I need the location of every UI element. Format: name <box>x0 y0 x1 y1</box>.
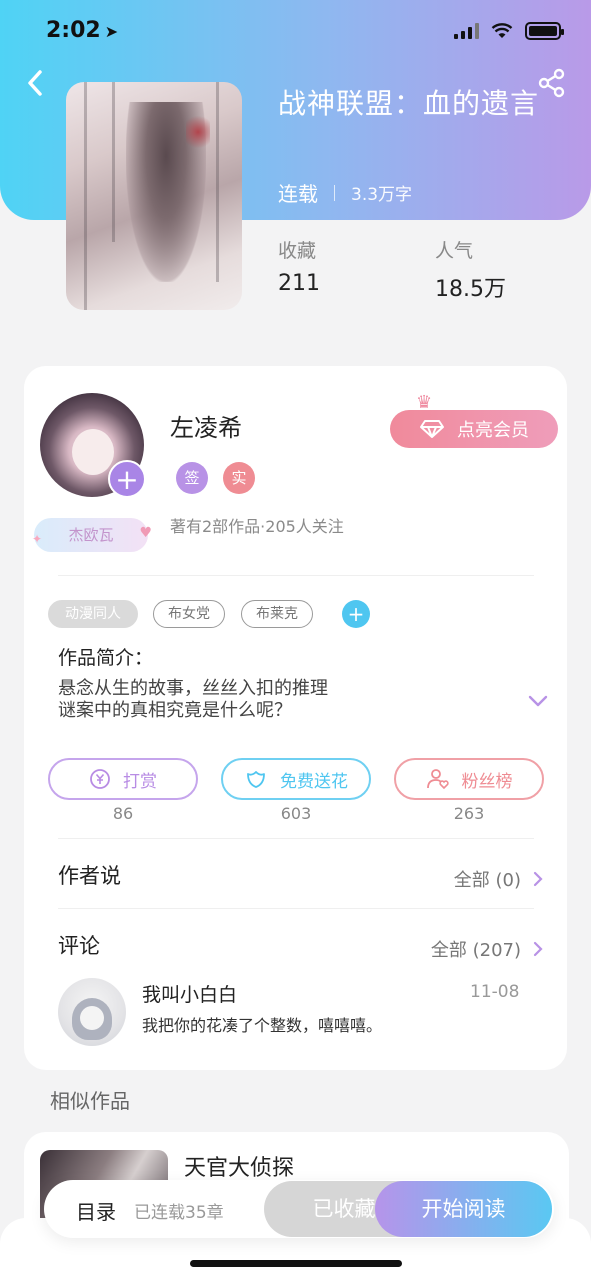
comment-text[interactable]: 我把你的花凑了个整数，嘻嘻嘻。 <box>142 1012 382 1036</box>
comments-title: 评论 <box>58 934 100 958</box>
chevron-down-icon[interactable] <box>528 694 548 708</box>
status-time: 2:02 ➤ <box>46 18 119 43</box>
divider <box>58 838 534 839</box>
stat-label: 人气 <box>435 240 474 262</box>
author-says-title: 作者说 <box>58 864 121 888</box>
divider <box>58 575 534 576</box>
flower-icon <box>247 771 265 788</box>
book-cover[interactable] <box>66 82 242 310</box>
author-info: 著有2部作品·205人关注 <box>170 517 344 536</box>
stat-popularity: 人气 18.5万 <box>435 236 506 303</box>
heart-icon: ♥ <box>139 525 152 541</box>
user-heart-icon <box>426 769 449 790</box>
back-icon[interactable] <box>22 68 48 98</box>
chevron-right-icon <box>533 871 543 887</box>
stat-value: 211 <box>278 271 320 296</box>
status-indicators <box>454 22 564 40</box>
intro-title: 作品简介： <box>58 647 154 669</box>
author-name[interactable]: 左凌希 <box>170 408 242 443</box>
book-status: 连载 <box>278 182 318 206</box>
stat-value: 18.5万 <box>435 277 506 302</box>
flower-count: 603 <box>280 804 312 823</box>
star-icon: ✦ <box>32 532 43 546</box>
cellular-signal-icon <box>454 23 479 39</box>
fan-count: 263 <box>453 804 485 823</box>
location-icon: ➤ <box>104 22 119 41</box>
send-flower-button[interactable]: 免费送花 <box>221 758 371 800</box>
home-indicator[interactable] <box>190 1260 402 1267</box>
similar-book-name[interactable]: 天官大侦探 <box>184 1150 294 1182</box>
stat-favorites: 收藏 211 <box>278 236 320 296</box>
stat-label: 收藏 <box>278 240 317 262</box>
book-meta: 连载 3.3万字 <box>278 178 412 207</box>
yen-icon <box>90 769 110 789</box>
commenter-avatar[interactable] <box>58 978 126 1046</box>
battery-icon <box>525 22 564 40</box>
word-count: 3.3万字 <box>351 185 413 205</box>
diamond-icon <box>420 420 444 438</box>
verified-badge: 实 <box>223 462 255 494</box>
add-tag-button[interactable]: + <box>342 600 370 628</box>
vip-button[interactable]: 点亮会员 <box>390 410 558 448</box>
comments-more[interactable]: 全部 (207) <box>431 936 543 962</box>
author-badge: ✦ 杰欧瓦 ♥ <box>32 518 152 552</box>
toc-button[interactable]: 目录 <box>76 1196 116 1225</box>
meta-separator <box>334 184 335 201</box>
comment-date: 11-08 <box>470 982 520 1002</box>
reward-count: 86 <box>112 804 134 823</box>
book-title: 战神联盟：血的遗言 <box>278 87 540 120</box>
fan-ranking-button[interactable]: 粉丝榜 <box>394 758 544 800</box>
genre-tag[interactable]: 动漫同人 <box>48 600 138 628</box>
signed-badge: 签 <box>176 462 208 494</box>
divider <box>58 908 534 909</box>
start-reading-button[interactable]: 开始阅读 <box>375 1181 552 1237</box>
chapter-count: 已连载35章 <box>134 1203 224 1223</box>
commenter-name[interactable]: 我叫小白白 <box>142 980 237 1007</box>
reward-button[interactable]: 打赏 <box>48 758 198 800</box>
author-says-more[interactable]: 全部 (0) <box>454 866 543 892</box>
follow-author-button[interactable]: + <box>108 460 146 498</box>
intro-line: 悬念从生的故事，丝丝入扣的推理 <box>58 678 328 699</box>
intro-line: 谜案中的真相究竟是什么呢？ <box>58 700 292 721</box>
genre-tag[interactable]: 布莱克 <box>241 600 313 628</box>
similar-title: 相似作品 <box>50 1089 130 1113</box>
intro-text: 悬念从生的故事，丝丝入扣的推理 谜案中的真相究竟是什么呢？ <box>58 678 458 722</box>
wifi-icon <box>491 23 513 38</box>
chevron-right-icon <box>533 941 543 957</box>
genre-tag[interactable]: 布女党 <box>153 600 225 628</box>
